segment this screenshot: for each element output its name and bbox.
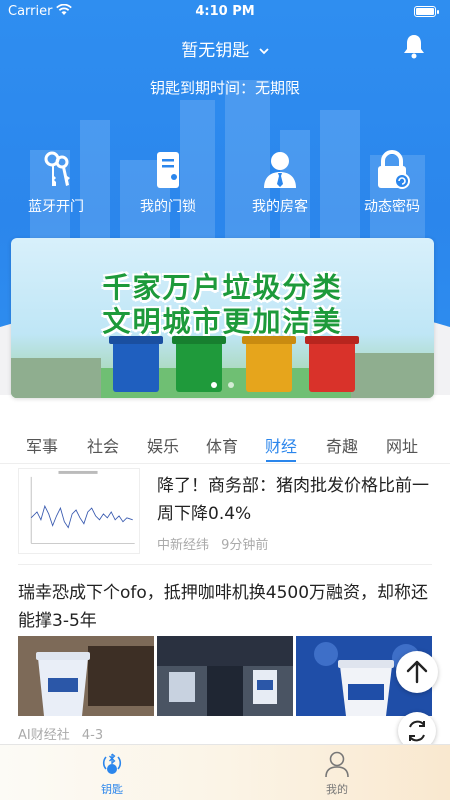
tab-curiosities[interactable]: 奇趣 (326, 433, 358, 457)
bell-icon[interactable] (402, 33, 426, 59)
news-meta: AI财经社 4-3 (18, 724, 103, 743)
tenant-icon (264, 152, 296, 188)
tab-websites[interactable]: 网址 (386, 433, 418, 457)
news-thumbnail (18, 468, 140, 554)
tab-military[interactable]: 军事 (26, 433, 58, 457)
status-bar: Carrier 4:10 PM (0, 0, 450, 24)
nav-keys[interactable]: 钥匙 (72, 749, 152, 797)
key-selector-label: 暂无钥匙 (181, 41, 250, 61)
bluetooth-key-icon (102, 753, 122, 774)
tab-sports[interactable]: 体育 (206, 433, 238, 457)
tab-finance[interactable]: 财经 (265, 433, 297, 457)
quick-actions: 蓝牙开门 我的门锁 我的房客 动态密码 (0, 150, 450, 220)
news-image (18, 636, 154, 716)
divider (18, 564, 432, 565)
pagination-dot[interactable] (228, 382, 235, 388)
key-selector[interactable]: 暂无钥匙 (0, 36, 450, 61)
keys-icon (44, 151, 70, 186)
tab-society[interactable]: 社会 (87, 433, 119, 457)
user-icon (325, 751, 349, 778)
nav-label: 我的 (326, 783, 348, 796)
active-tab-indicator (266, 460, 296, 462)
clock: 4:10 PM (195, 4, 255, 19)
scroll-to-top-button[interactable] (396, 651, 438, 693)
dynamic-lock-icon (378, 150, 410, 189)
news-meta: 中新经纬 9分钟前 (157, 534, 268, 553)
banner-pagination (11, 373, 434, 392)
news-title: 瑞幸恐成下个ofo，抵押咖啡机换4500万融资，却称还能撑3-5年 (18, 583, 429, 631)
pagination-dot[interactable] (210, 382, 217, 388)
tab-entertainment[interactable]: 娱乐 (147, 433, 179, 457)
news-source: AI财经社 (18, 728, 70, 743)
battery-icon (414, 6, 439, 17)
news-source: 中新经纬 (157, 538, 210, 553)
action-label: 蓝牙开门 (28, 199, 84, 215)
arrow-up-icon (406, 660, 428, 684)
chevron-down-icon (259, 48, 269, 55)
action-label: 我的房客 (252, 199, 308, 215)
action-my-tenants[interactable]: 我的房客 (224, 150, 336, 216)
news-time: 4-3 (81, 728, 104, 743)
action-label: 动态密码 (364, 199, 420, 215)
expiry-text: 钥匙到期时间：无期限 (149, 79, 300, 97)
action-bluetooth-open[interactable]: 蓝牙开门 (0, 150, 112, 216)
nav-me[interactable]: 我的 (297, 749, 377, 797)
news-category-tabs: 军事 社会 娱乐 体育 财经 奇趣 网址 (0, 426, 450, 464)
news-image-strip (18, 636, 432, 716)
action-dynamic-password[interactable]: 动态密码 (336, 150, 448, 216)
bottom-navigation: 钥匙 我的 (0, 744, 450, 800)
promo-banner[interactable]: 千家万户垃圾分类 文明城市更加洁美 (11, 238, 434, 398)
action-my-locks[interactable]: 我的门锁 (112, 150, 224, 216)
news-image (157, 636, 293, 716)
nav-label: 钥匙 (101, 783, 123, 796)
action-label: 我的门锁 (140, 199, 196, 215)
news-title: 降了！商务部：猪肉批发价格比前一周下降0.4% (157, 476, 429, 524)
news-time: 9分钟前 (221, 538, 269, 553)
door-lock-icon (157, 152, 179, 188)
